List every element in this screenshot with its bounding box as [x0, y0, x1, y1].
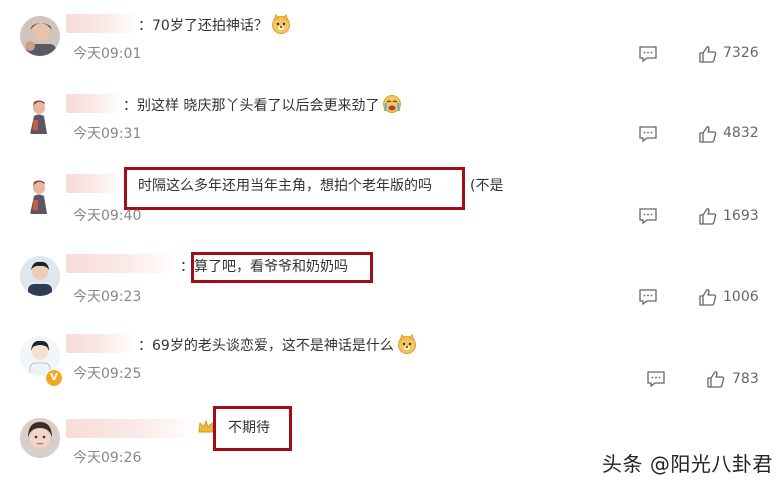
comment-content: 算了吧，看爷爷和奶奶吗: [194, 259, 348, 275]
comment-time: 今天09:01: [73, 46, 142, 62]
comment-time: 今天09:40: [73, 208, 142, 224]
verified-badge-icon: V: [45, 369, 63, 387]
avatar[interactable]: [20, 256, 60, 296]
reply-icon[interactable]: [639, 289, 657, 305]
comment-text: ：算了吧，看爷爷和奶奶吗: [180, 257, 348, 277]
like-icon[interactable]: [699, 125, 717, 143]
avatar[interactable]: [20, 418, 60, 458]
separator: ：: [123, 98, 137, 114]
reply-icon[interactable]: [639, 46, 657, 62]
comment-content: 69岁的老头谈恋爱，这不是神话是什么: [152, 338, 394, 354]
doge-emoji: [271, 14, 290, 34]
comment-item: ：算了吧，看爷爷和奶奶吗 今天09:23 1006: [0, 240, 782, 320]
like-count: 783: [732, 371, 759, 387]
comment-item: 时隔这么多年还用当年主角，想拍个老年版的吗 (不是 今天09:40 1693: [0, 160, 782, 240]
comment-content: 70岁了还拍神话？: [152, 18, 268, 34]
like-count: 4832: [723, 125, 759, 141]
comment-time: 今天09:31: [73, 126, 142, 142]
comment-content: 别这样 晓庆那丫头看了以后会更来劲了: [137, 98, 380, 114]
like-count: 1006: [723, 289, 759, 305]
comment-time: 今天09:26: [73, 450, 142, 466]
comment-time: 今天09:23: [73, 289, 142, 305]
crown-icon: [198, 420, 214, 433]
reply-icon[interactable]: [639, 208, 657, 224]
comment-text: 时隔这么多年还用当年主角，想拍个老年版的吗: [138, 176, 432, 196]
separator: ：: [138, 18, 152, 34]
comment-item: V ：69岁的老头谈恋爱，这不是神话是什么 今天09:25 783: [0, 320, 782, 400]
username-blurred[interactable]: [66, 14, 138, 33]
avatar[interactable]: [20, 16, 60, 56]
like-count: 7326: [723, 45, 759, 61]
avatar[interactable]: [20, 96, 60, 136]
comment-text: ：69岁的老头谈恋爱，这不是神话是什么: [138, 334, 417, 356]
like-count: 1693: [723, 208, 759, 224]
like-icon[interactable]: [699, 45, 717, 63]
separator: ：: [180, 259, 194, 275]
comment-content: 时隔这么多年还用当年主角，想拍个老年版的吗: [138, 178, 432, 194]
comment-text: 不期待: [228, 418, 270, 438]
like-icon[interactable]: [699, 207, 717, 225]
comment-text-continued: (不是: [470, 178, 504, 194]
comment-text: ：别这样 晓庆那丫头看了以后会更来劲了: [123, 94, 402, 116]
username-blurred[interactable]: [66, 334, 134, 353]
reply-icon[interactable]: [639, 126, 657, 142]
separator: ：: [138, 338, 152, 354]
avatar[interactable]: [20, 176, 60, 216]
reply-icon[interactable]: [647, 371, 665, 387]
username-blurred[interactable]: [66, 174, 122, 193]
username-blurred[interactable]: [66, 94, 122, 113]
username-blurred[interactable]: [66, 419, 198, 438]
username-blurred[interactable]: [66, 254, 176, 273]
doge-emoji: [397, 334, 416, 354]
comment-content: 不期待: [228, 420, 270, 436]
comment-item: ：别这样 晓庆那丫头看了以后会更来劲了 今天09:31 4832: [0, 80, 782, 160]
like-icon[interactable]: [707, 370, 725, 388]
crying-emoji: [383, 95, 402, 113]
comment-text: ：70岁了还拍神话？: [138, 14, 291, 36]
comment-item: ：70岁了还拍神话？ 今天09:01 7326: [0, 0, 782, 80]
comment-time: 今天09:25: [73, 366, 142, 382]
watermark: 头条 @阳光八卦君: [602, 452, 773, 476]
like-icon[interactable]: [699, 288, 717, 306]
